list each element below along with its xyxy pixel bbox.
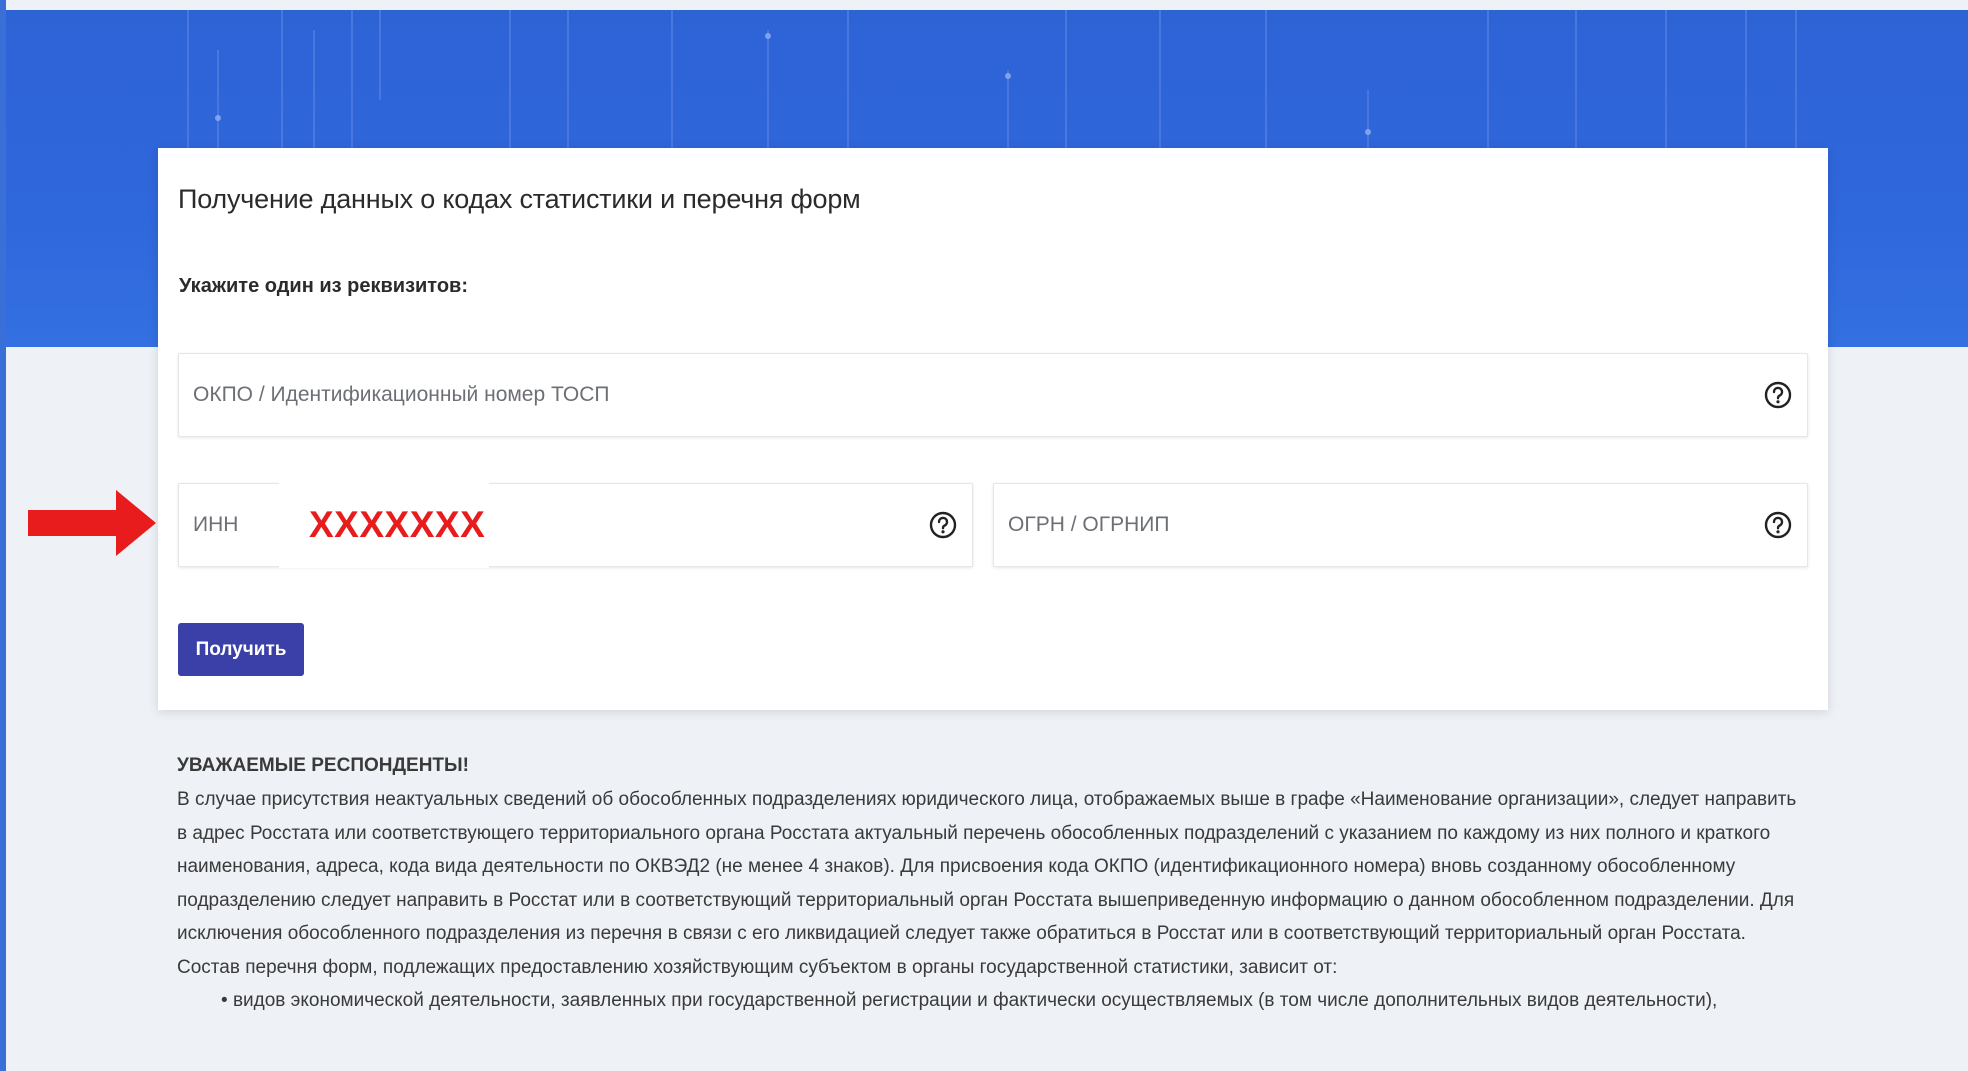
inn-value: XXXXXXX	[309, 504, 486, 545]
question-circle-icon[interactable]	[1763, 510, 1793, 540]
card-title: Получение данных о кодах статистики и пе…	[178, 184, 861, 214]
request-card: Получение данных о кодах статистики и пе…	[158, 148, 1828, 710]
question-circle-icon[interactable]	[1763, 380, 1793, 410]
red-arrow-right-icon	[28, 490, 156, 556]
question-circle-icon[interactable]	[928, 510, 958, 540]
inn-placeholder: ИНН	[193, 513, 239, 536]
notice-bullet-item: видов экономической деятельности, заявле…	[221, 984, 1807, 1018]
ogrn-field[interactable]: ОГРН / ОГРНИП	[993, 483, 1808, 567]
submit-button[interactable]: Получить	[178, 623, 304, 676]
notice-bullet-list: видов экономической деятельности, заявле…	[177, 984, 1807, 1018]
notice-heading: УВАЖАЕМЫЕ РЕСПОНДЕНТЫ!	[177, 755, 469, 776]
okpo-field[interactable]: ОКПО / Идентификационный номер ТОСП	[178, 353, 1808, 437]
notice-paragraph-2: Состав перечня форм, подлежащих предоста…	[177, 956, 1338, 978]
notice-paragraph-1: В случае присутствия неактуальных сведен…	[177, 789, 1797, 944]
respondents-notice: УВАЖАЕМЫЕ РЕСПОНДЕНТЫ! В случае присутст…	[177, 755, 1807, 1018]
inn-field[interactable]: ИНН XXXXXXX	[178, 478, 973, 568]
card-subtitle: Укажите один из реквизитов:	[179, 275, 469, 297]
okpo-placeholder: ОКПО / Идентификационный номер ТОСП	[193, 383, 610, 406]
ogrn-placeholder: ОГРН / ОГРНИП	[1008, 513, 1170, 536]
page-frame: Получение данных о кодах статистики и пе…	[0, 0, 1968, 1071]
